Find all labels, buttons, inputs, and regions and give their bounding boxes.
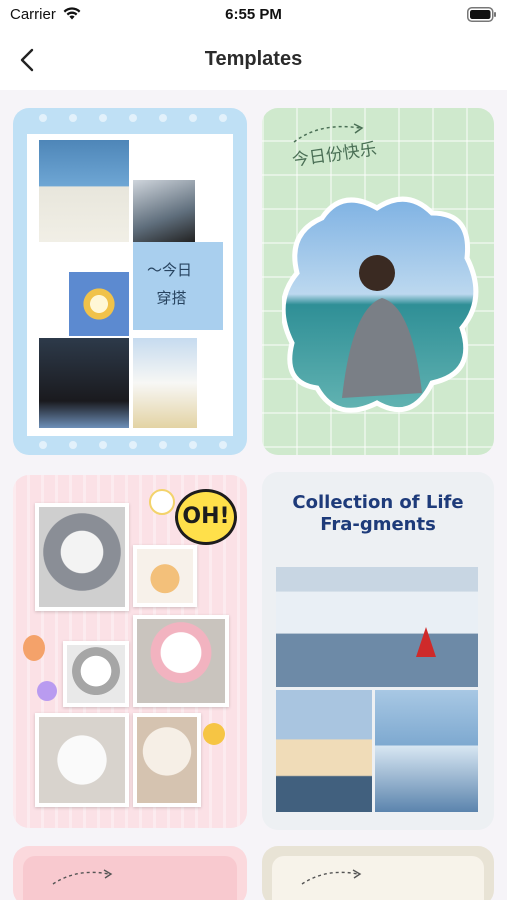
- photo-girl-white-dress: [39, 140, 129, 242]
- photo-flowers: [69, 272, 129, 336]
- template-card-happy-today[interactable]: 今日份快乐: [262, 108, 494, 455]
- caption-line-2: 穿搭: [147, 289, 187, 307]
- heart-sticker-icon: [23, 635, 45, 661]
- template-card-cats[interactable]: OH!: [13, 475, 247, 828]
- template-card-life-fragments[interactable]: Collection of Life Fra-gments: [262, 472, 494, 830]
- flower-sticker-icon: [37, 681, 57, 701]
- caption-line-2: Fra-gments: [320, 514, 436, 535]
- photo-cat-6: [133, 713, 201, 807]
- template-caption: Collection of Life Fra-gments: [262, 492, 494, 536]
- photo-iceberg-sailboat: [276, 567, 478, 687]
- template-card-partial-pink[interactable]: [13, 846, 247, 900]
- caption-line-1: ～今日: [147, 261, 193, 279]
- photo-cat-5: [35, 713, 129, 807]
- page-title: Templates: [204, 48, 303, 70]
- photo-girl-sea: [133, 338, 197, 428]
- photo-glacier: [375, 690, 478, 812]
- template-card-partial-cream[interactable]: [262, 846, 494, 900]
- status-bar: Carrier 6:55 PM: [0, 0, 507, 30]
- dashed-arrow-icon: [52, 869, 113, 885]
- status-time: 6:55 PM: [225, 6, 282, 23]
- battery-icon: [467, 7, 496, 22]
- photo-cat-2: [133, 545, 197, 607]
- oh-speech-badge: OH!: [175, 489, 237, 545]
- photo-cat-1: [35, 503, 129, 611]
- sunflower-sticker-icon: [203, 723, 225, 745]
- photo-iceberg-sunset: [276, 690, 372, 812]
- caption-line-1: Collection of Life: [292, 492, 464, 513]
- photo-cat-4: [63, 641, 129, 707]
- dashed-arrow-icon: [301, 869, 362, 885]
- template-card-outfit[interactable]: ～今日 穿搭: [13, 108, 247, 455]
- navigation-bar: Templates: [0, 30, 507, 90]
- template-caption: ～今日 穿搭: [133, 242, 223, 330]
- photo-girl-portrait: [133, 180, 195, 242]
- sailboat-icon: [416, 627, 436, 657]
- daisy-sticker-icon: [149, 489, 175, 515]
- photo-cloud-frame: [282, 196, 479, 413]
- photo-cat-3: [133, 615, 229, 707]
- photo-girl-back: [39, 338, 129, 428]
